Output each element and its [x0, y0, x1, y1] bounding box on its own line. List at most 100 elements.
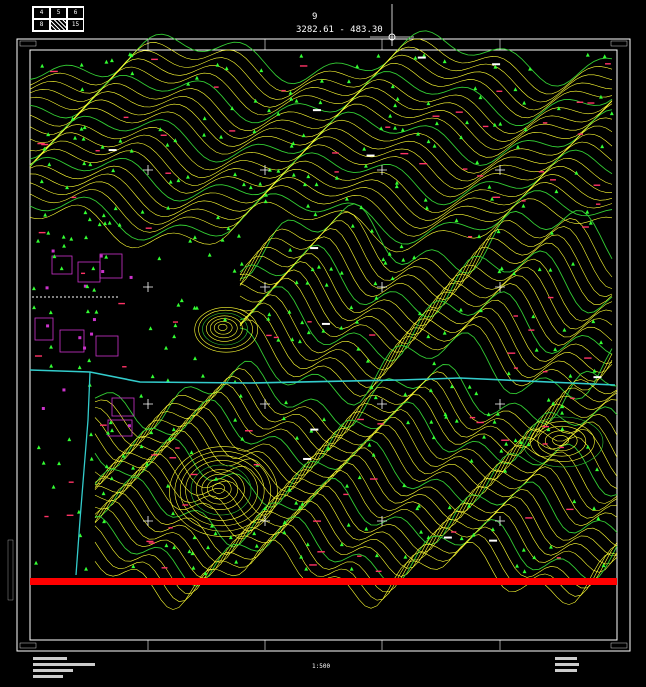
tree-symbol-icon: ▲	[290, 143, 294, 149]
tree-symbol-icon: ▲	[569, 373, 573, 379]
tree-symbol-icon: ▲	[314, 212, 318, 218]
tree-symbol-icon: ▲	[164, 345, 168, 351]
elevation-label	[309, 564, 317, 566]
tree-symbol-icon: ▲	[214, 531, 218, 537]
tree-symbol-icon: ▲	[522, 203, 526, 209]
tree-symbol-icon: ▲	[498, 121, 502, 127]
tree-symbol-icon: ▲	[282, 530, 286, 536]
elevation-label	[455, 111, 463, 113]
tree-symbol-icon: ▲	[295, 279, 299, 285]
tree-symbol-icon: ▲	[91, 266, 95, 272]
tree-symbol-icon: ▲	[317, 264, 321, 270]
building-marker	[99, 254, 103, 258]
tree-symbol-icon: ▲	[89, 431, 93, 437]
elevation-label	[37, 142, 45, 145]
building-marker	[92, 318, 96, 322]
elevation-label	[71, 196, 77, 199]
tree-symbol-icon: ▲	[62, 234, 66, 240]
tree-symbol-icon: ▲	[46, 131, 50, 137]
tree-symbol-icon: ▲	[234, 559, 238, 565]
tree-symbol-icon: ▲	[370, 228, 374, 234]
tree-symbol-icon: ▲	[131, 564, 135, 570]
tree-symbol-icon: ▲	[465, 120, 469, 126]
tree-symbol-icon: ▲	[432, 434, 436, 440]
building-marker	[41, 406, 45, 410]
tree-symbol-icon: ▲	[129, 53, 133, 59]
tree-symbol-icon: ▲	[307, 330, 311, 336]
tree-symbol-icon: ▲	[110, 58, 114, 64]
elevation-label	[521, 200, 526, 202]
tree-symbol-icon: ▲	[551, 400, 555, 406]
tree-symbol-icon: ▲	[374, 395, 378, 401]
tree-symbol-icon: ▲	[370, 385, 374, 391]
tree-symbol-icon: ▲	[455, 217, 459, 223]
tree-symbol-icon: ▲	[43, 212, 47, 218]
tree-symbol-icon: ▲	[208, 252, 212, 258]
tree-symbol-icon: ▲	[374, 280, 378, 286]
tree-symbol-icon: ▲	[298, 339, 302, 345]
elevation-label	[375, 570, 382, 572]
elevation-label	[492, 196, 501, 198]
spot-label	[593, 376, 602, 379]
tree-symbol-icon: ▲	[119, 138, 123, 144]
elevation-label	[44, 515, 49, 518]
tree-symbol-icon: ▲	[419, 529, 423, 535]
elevation-label	[313, 520, 322, 522]
tree-symbol-icon: ▲	[101, 144, 105, 150]
tree-symbol-icon: ▲	[340, 541, 344, 547]
tree-symbol-icon: ▲	[145, 461, 149, 467]
elevation-label	[419, 163, 428, 165]
elevation-label	[175, 447, 180, 449]
tree-symbol-icon: ▲	[195, 75, 199, 81]
building-marker	[62, 388, 66, 392]
tree-symbol-icon: ▲	[514, 437, 518, 443]
tree-symbol-icon: ▲	[69, 236, 73, 242]
elevation-label	[584, 357, 592, 359]
tree-symbol-icon: ▲	[479, 307, 483, 313]
tree-symbol-icon: ▲	[206, 544, 210, 550]
tree-symbol-icon: ▲	[560, 410, 564, 416]
elevation-label	[496, 90, 503, 92]
elevation-label	[146, 540, 154, 543]
tree-symbol-icon: ▲	[443, 330, 447, 336]
tree-symbol-icon: ▲	[504, 441, 508, 447]
tree-symbol-icon: ▲	[92, 287, 96, 293]
tree-symbol-icon: ▲	[233, 379, 237, 385]
elevation-label	[547, 296, 554, 299]
tree-symbol-icon: ▲	[214, 476, 218, 482]
building-marker	[45, 286, 49, 290]
tree-symbol-icon: ▲	[400, 244, 404, 250]
tree-symbol-icon: ▲	[303, 182, 307, 188]
tree-symbol-icon: ▲	[460, 535, 464, 541]
tree-symbol-icon: ▲	[535, 347, 539, 353]
index-cell: 6	[67, 7, 84, 19]
tree-symbol-icon: ▲	[203, 115, 207, 121]
tree-symbol-icon: ▲	[396, 96, 400, 102]
elevation-label	[165, 172, 172, 174]
tree-symbol-icon: ▲	[496, 411, 500, 417]
tree-symbol-icon: ▲	[190, 450, 194, 456]
tree-symbol-icon: ▲	[610, 111, 614, 117]
elevation-label	[450, 531, 457, 533]
building-marker	[51, 249, 55, 253]
tree-symbol-icon: ▲	[40, 179, 44, 185]
elevation-label	[317, 551, 325, 553]
tree-symbol-icon: ▲	[240, 261, 244, 267]
tree-symbol-icon: ▲	[255, 543, 259, 549]
tree-symbol-icon: ▲	[311, 267, 315, 273]
tree-symbol-icon: ▲	[306, 280, 310, 286]
tree-symbol-icon: ▲	[493, 419, 497, 425]
elevation-label	[570, 397, 575, 399]
elevation-label	[357, 555, 362, 557]
tree-symbol-icon: ▲	[284, 400, 288, 406]
elevation-label	[432, 115, 440, 117]
tree-symbol-icon: ▲	[52, 484, 56, 490]
tree-symbol-icon: ▲	[173, 137, 177, 143]
elevation-label	[273, 336, 279, 339]
elevation-label	[151, 454, 158, 456]
tree-symbol-icon: ▲	[482, 434, 486, 440]
tree-symbol-icon: ▲	[49, 309, 53, 315]
tree-symbol-icon: ▲	[603, 54, 607, 60]
tree-symbol-icon: ▲	[358, 475, 362, 481]
tree-symbol-icon: ▲	[237, 233, 241, 239]
